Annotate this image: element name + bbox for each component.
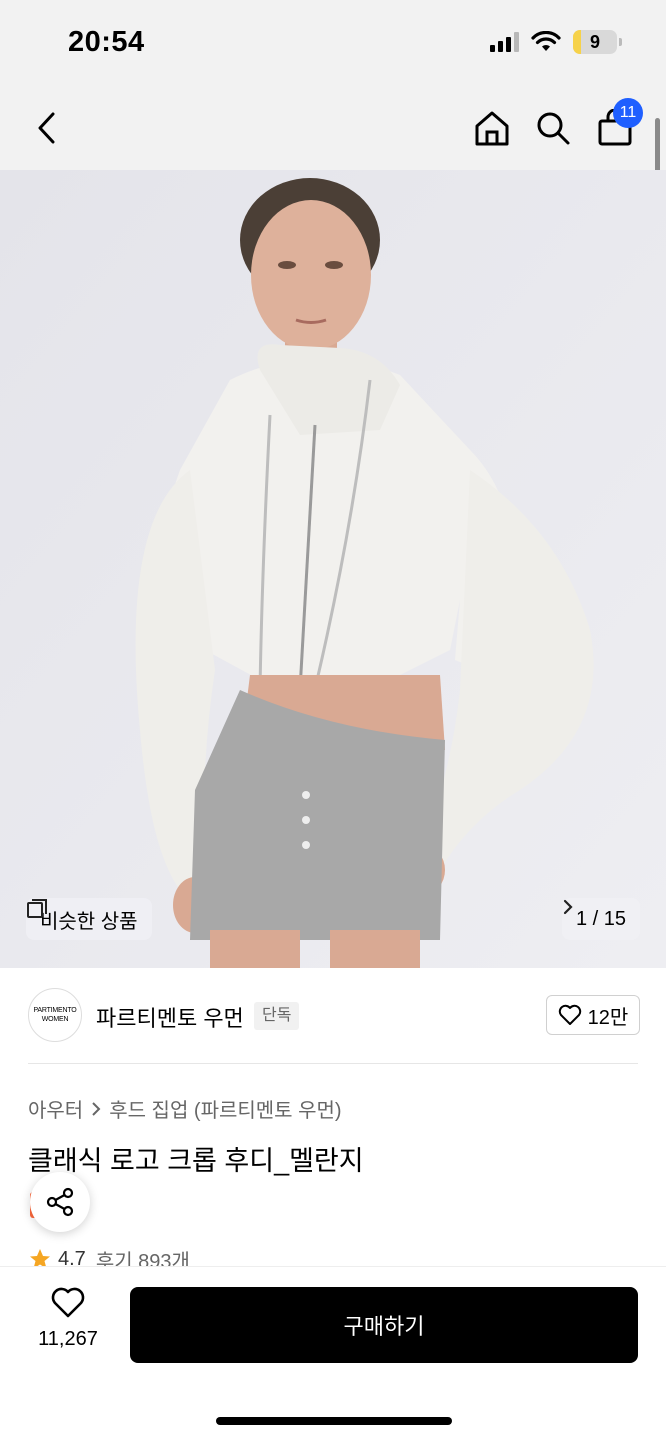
battery-tip (619, 38, 622, 46)
buy-button[interactable]: 구매하기 (130, 1287, 638, 1363)
brand-name[interactable]: 파르티멘토 우먼 (96, 1001, 244, 1033)
heart-icon (51, 1287, 85, 1318)
image-page-counter[interactable]: 1 / 15 (561, 898, 640, 940)
status-bar: 20:54 9 (0, 0, 666, 88)
brand-logo[interactable]: PARTIMENTO WOMEN (28, 988, 82, 1042)
search-button[interactable] (527, 102, 579, 154)
signal-icon (490, 32, 519, 52)
breadcrumb: 아우터 후드 집업 (파르티멘토 우먼) (28, 1094, 342, 1123)
cart-button[interactable]: 11 (589, 98, 643, 154)
share-button[interactable] (30, 1172, 90, 1232)
breadcrumb-item-subcategory[interactable]: 후드 집업 (파르티멘토 우먼) (109, 1094, 341, 1123)
battery-level: 9 (589, 32, 600, 52)
back-button[interactable] (22, 102, 74, 154)
wishlist-count: 11,267 (38, 1328, 98, 1350)
breadcrumb-item-category[interactable]: 아우터 (28, 1094, 83, 1123)
home-icon (475, 111, 509, 146)
brand-like-count: 12만 (587, 1006, 629, 1029)
heart-icon (558, 1004, 581, 1025)
similar-products-icon (27, 899, 47, 918)
battery-icon: 9 (573, 30, 617, 54)
product-image-gallery[interactable]: 비슷한 상품 1 / 15 (0, 170, 666, 968)
status-time: 20:54 (68, 26, 145, 58)
cart-count-badge: 11 (613, 98, 643, 128)
status-icons: 9 (490, 30, 622, 54)
brand-row[interactable]: PARTIMENTO WOMEN 파르티멘토 우먼 단독 12만 (28, 988, 640, 1044)
divider (28, 1063, 638, 1064)
top-nav: 11 (0, 88, 666, 170)
similar-products-button[interactable]: 비슷한 상품 (26, 898, 152, 940)
bottom-action-bar: 11,267 구매하기 (0, 1266, 666, 1440)
brand-like-button[interactable]: 12만 (546, 995, 640, 1035)
search-icon (537, 112, 570, 145)
product-photo (0, 170, 666, 968)
similar-products-label: 비슷한 상품 (40, 910, 138, 933)
wifi-icon (531, 31, 561, 51)
product-title: 클래식 로고 크롭 후디_멜란지 (28, 1146, 364, 1176)
exclusive-badge: 단독 (254, 1002, 300, 1030)
home-indicator (216, 1417, 452, 1425)
wishlist-button[interactable]: 11,267 (28, 1287, 108, 1351)
back-arrow-icon (38, 112, 55, 144)
chevron-right-icon (563, 899, 573, 915)
home-button[interactable] (466, 102, 518, 154)
image-counter-text: 1 / 15 (575, 907, 626, 930)
chevron-right-icon (92, 1101, 101, 1116)
share-icon (46, 1187, 74, 1217)
